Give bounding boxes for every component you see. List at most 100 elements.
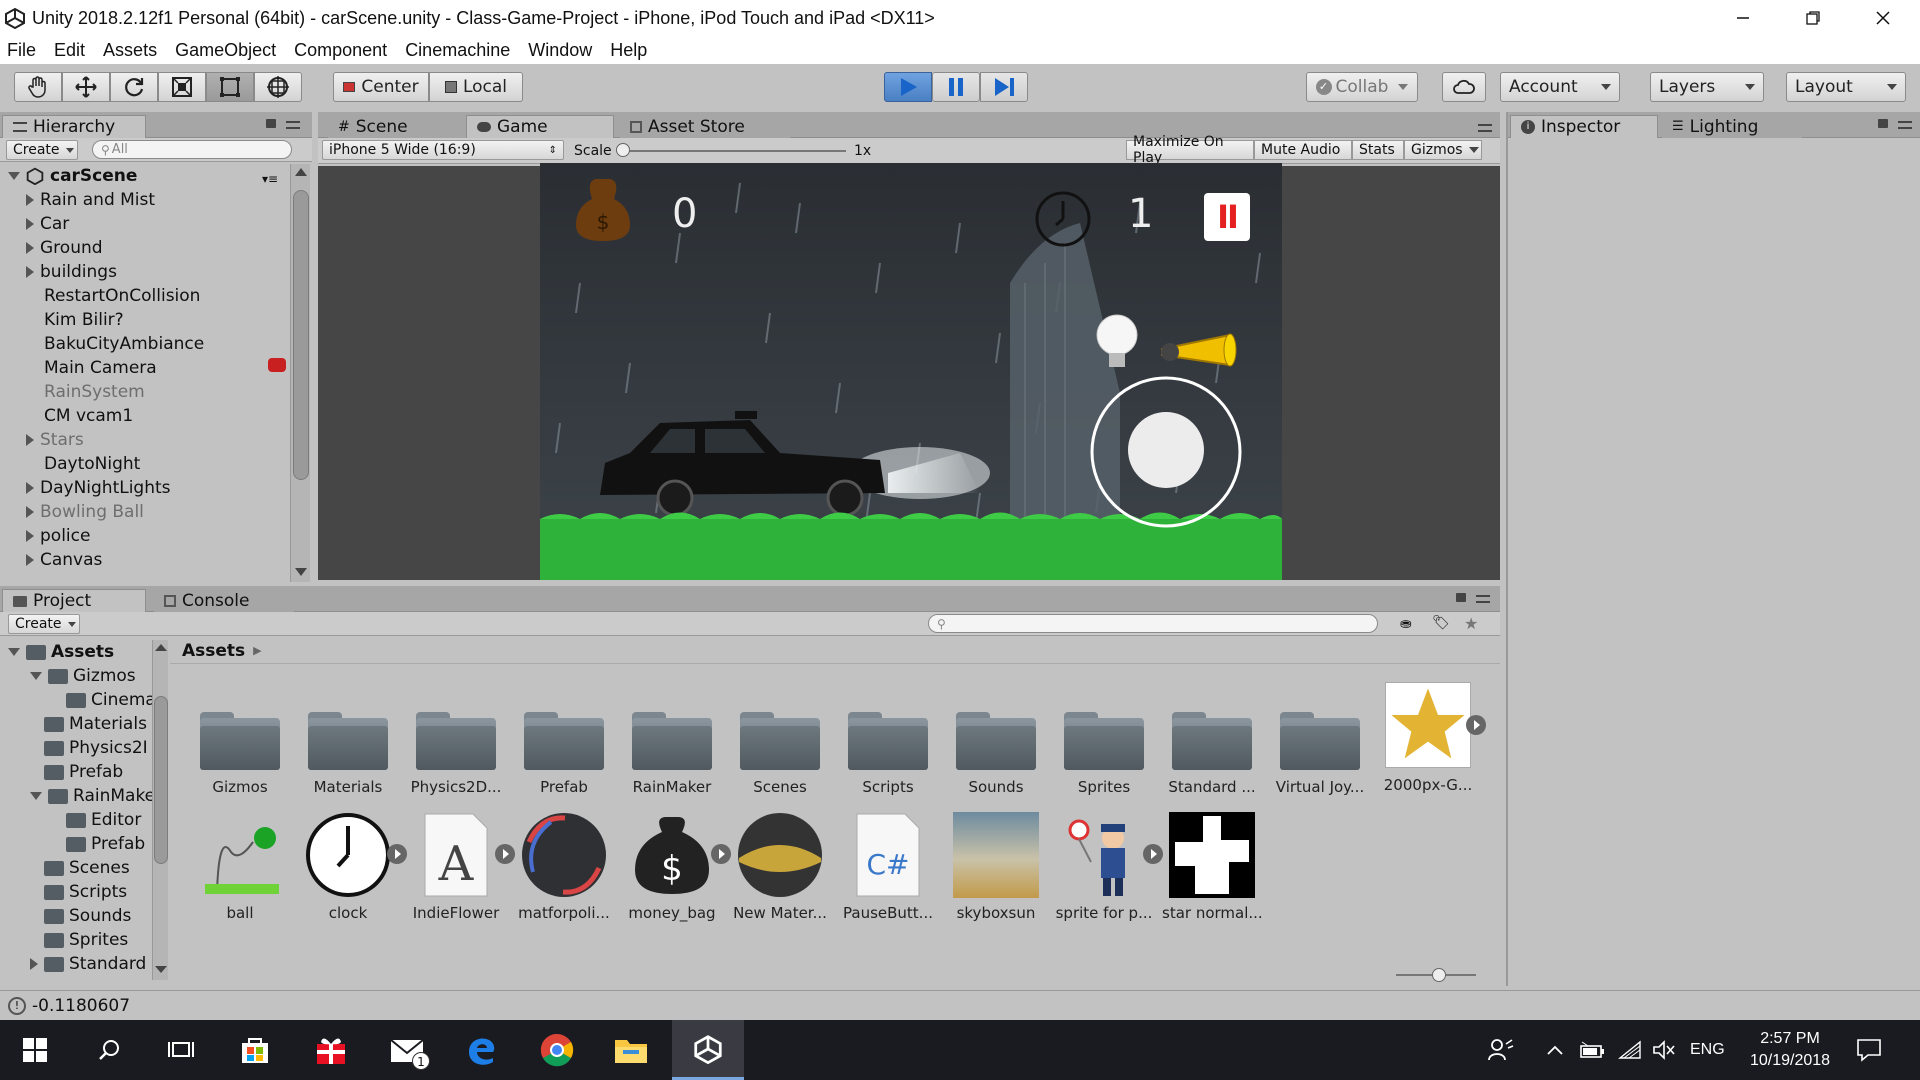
resolution-dropdown[interactable]: iPhone 5 Wide (16:9) ⇕ — [322, 140, 564, 160]
panel-menu-icon[interactable] — [1898, 121, 1912, 129]
hierarchy-item[interactable]: buildings — [26, 260, 117, 284]
rect-tool-button[interactable] — [206, 72, 254, 102]
collapse-arrow-icon[interactable] — [30, 672, 42, 680]
menu-item-edit[interactable]: Edit — [51, 40, 88, 61]
gizmos-button[interactable]: Gizmos — [1404, 140, 1482, 160]
thumbnail-size-thumb[interactable] — [1432, 968, 1446, 982]
layout-dropdown[interactable]: Layout — [1786, 72, 1906, 102]
move-tool-button[interactable] — [62, 72, 110, 102]
asset-newmat[interactable]: New Mater... — [730, 812, 830, 922]
menu-item-file[interactable]: File — [4, 40, 39, 61]
asset-moneybag[interactable]: $ money_bag — [622, 812, 731, 922]
tab-asset-store[interactable]: Asset Store — [620, 115, 790, 138]
tree-scrollbar[interactable] — [152, 640, 168, 980]
asset-folder[interactable]: Sounds — [946, 694, 1046, 796]
pause-button[interactable] — [932, 72, 980, 102]
asset-police[interactable]: sprite for p... — [1054, 812, 1163, 922]
collapse-arrow-icon[interactable] — [8, 648, 20, 656]
tab-lighting[interactable]: ☰ Lighting — [1662, 115, 1802, 138]
expand-sprite-icon[interactable] — [495, 844, 515, 864]
expand-arrow-icon[interactable] — [26, 218, 34, 230]
scale-tool-button[interactable] — [158, 72, 206, 102]
filter-type-icon[interactable]: ⛂ — [1400, 616, 1412, 632]
folder-tree-item[interactable]: Prefab — [52, 832, 145, 856]
asset-folder[interactable]: Scripts — [838, 694, 938, 796]
hierarchy-item[interactable]: Car — [26, 212, 69, 236]
pause-game-button[interactable]: II — [1204, 193, 1250, 241]
unity-app-button[interactable] — [672, 1020, 744, 1080]
asset-folder[interactable]: Physics2D... — [406, 694, 506, 796]
expand-arrow-icon[interactable] — [26, 554, 34, 566]
stats-button[interactable]: Stats — [1352, 140, 1404, 160]
hierarchy-item[interactable]: Bowling Ball — [26, 500, 144, 524]
hierarchy-scroll-thumb[interactable] — [293, 190, 309, 480]
collab-dropdown[interactable]: ✓ Collab — [1306, 72, 1418, 102]
menu-item-help[interactable]: Help — [607, 40, 650, 61]
filter-label-icon[interactable]: 🏷 — [1432, 615, 1450, 631]
scale-slider[interactable] — [618, 150, 846, 152]
asset-folder[interactable]: Sprites — [1054, 694, 1154, 796]
status-message[interactable]: -0.1180607 — [32, 996, 130, 1016]
hierarchy-item[interactable]: Stars — [26, 428, 84, 452]
expand-arrow-icon[interactable] — [26, 482, 34, 494]
expand-arrow-icon[interactable] — [8, 172, 20, 180]
folder-tree-item[interactable]: Scenes — [30, 856, 130, 880]
tab-scene[interactable]: # Scene — [328, 115, 468, 138]
asset-font[interactable]: A IndieFlower — [406, 812, 515, 922]
asset-folder[interactable]: Materials — [298, 694, 398, 796]
asset-folder[interactable]: Gizmos — [190, 694, 290, 796]
transform-tool-button[interactable] — [254, 72, 302, 102]
tab-inspector[interactable]: i Inspector — [1510, 115, 1658, 138]
folder-tree-item[interactable]: Sprites — [30, 928, 128, 952]
expand-arrow-icon[interactable] — [26, 242, 34, 254]
asset-skybox[interactable]: skyboxsun — [946, 812, 1046, 922]
language-indicator[interactable]: ENG — [1690, 1020, 1725, 1080]
clock-button[interactable]: 2:57 PM 10/19/2018 — [1742, 1020, 1838, 1080]
asset-sprite-star[interactable]: 2000px-G... — [1378, 682, 1486, 794]
expand-sprite-icon[interactable] — [711, 844, 731, 864]
expand-arrow-icon[interactable] — [26, 530, 34, 542]
folder-tree-item[interactable]: Prefab — [30, 760, 123, 784]
asset-material[interactable]: matforpoli... — [514, 812, 614, 922]
asset-folder[interactable]: Standard ... — [1162, 694, 1262, 796]
close-button[interactable] — [1848, 0, 1918, 36]
panel-menu-icon[interactable] — [286, 121, 300, 129]
scroll-up-icon[interactable] — [155, 644, 167, 651]
hierarchy-item[interactable]: RainSystem — [44, 380, 145, 404]
expand-arrow-icon[interactable] — [30, 958, 38, 970]
pivot-center-button[interactable]: Center — [333, 72, 429, 102]
tree-scroll-thumb[interactable] — [154, 696, 168, 864]
hand-tool-button[interactable] — [14, 72, 62, 102]
start-button[interactable] — [0, 1020, 70, 1080]
scroll-up-icon[interactable] — [295, 168, 307, 176]
hierarchy-item[interactable]: BakuCityAmbiance — [44, 332, 204, 356]
hierarchy-item[interactable]: DaytoNight — [44, 452, 140, 476]
project-create-button[interactable]: Create — [8, 614, 80, 634]
menu-item-cinemachine[interactable]: Cinemachine — [402, 40, 513, 61]
wifi-button[interactable] — [1618, 1020, 1642, 1080]
folder-tree-item[interactable]: Standard — [30, 952, 146, 976]
scale-slider-thumb[interactable] — [616, 143, 630, 157]
tab-hierarchy[interactable]: Hierarchy — [2, 115, 146, 138]
hierarchy-item[interactable]: Ground — [26, 236, 103, 260]
expand-arrow-icon[interactable] — [26, 194, 34, 206]
asset-folder[interactable]: RainMaker — [622, 694, 722, 796]
restore-button[interactable] — [1778, 0, 1848, 36]
expand-arrow-icon[interactable] — [26, 266, 34, 278]
asset-folder[interactable]: Virtual Joy... — [1270, 694, 1370, 796]
lock-icon[interactable] — [1456, 593, 1466, 602]
action-center-button[interactable] — [1856, 1020, 1882, 1080]
menu-item-component[interactable]: Component — [291, 40, 390, 61]
favorite-star-icon[interactable]: ★ — [1464, 614, 1478, 633]
expand-sprite-icon[interactable] — [1466, 715, 1486, 735]
hierarchy-item[interactable]: Rain and Mist — [26, 188, 155, 212]
minimize-button[interactable] — [1708, 0, 1778, 36]
scene-menu-icon[interactable]: ▾≡ — [262, 172, 278, 186]
store-app-button[interactable] — [220, 1020, 290, 1080]
gift-app-button[interactable] — [296, 1020, 366, 1080]
folder-tree-item[interactable]: Sounds — [30, 904, 131, 928]
step-button[interactable] — [980, 72, 1028, 102]
people-button[interactable] — [1488, 1020, 1514, 1080]
hierarchy-scrollbar[interactable] — [290, 164, 310, 582]
hierarchy-search-input[interactable]: ⚲ All — [92, 140, 292, 159]
